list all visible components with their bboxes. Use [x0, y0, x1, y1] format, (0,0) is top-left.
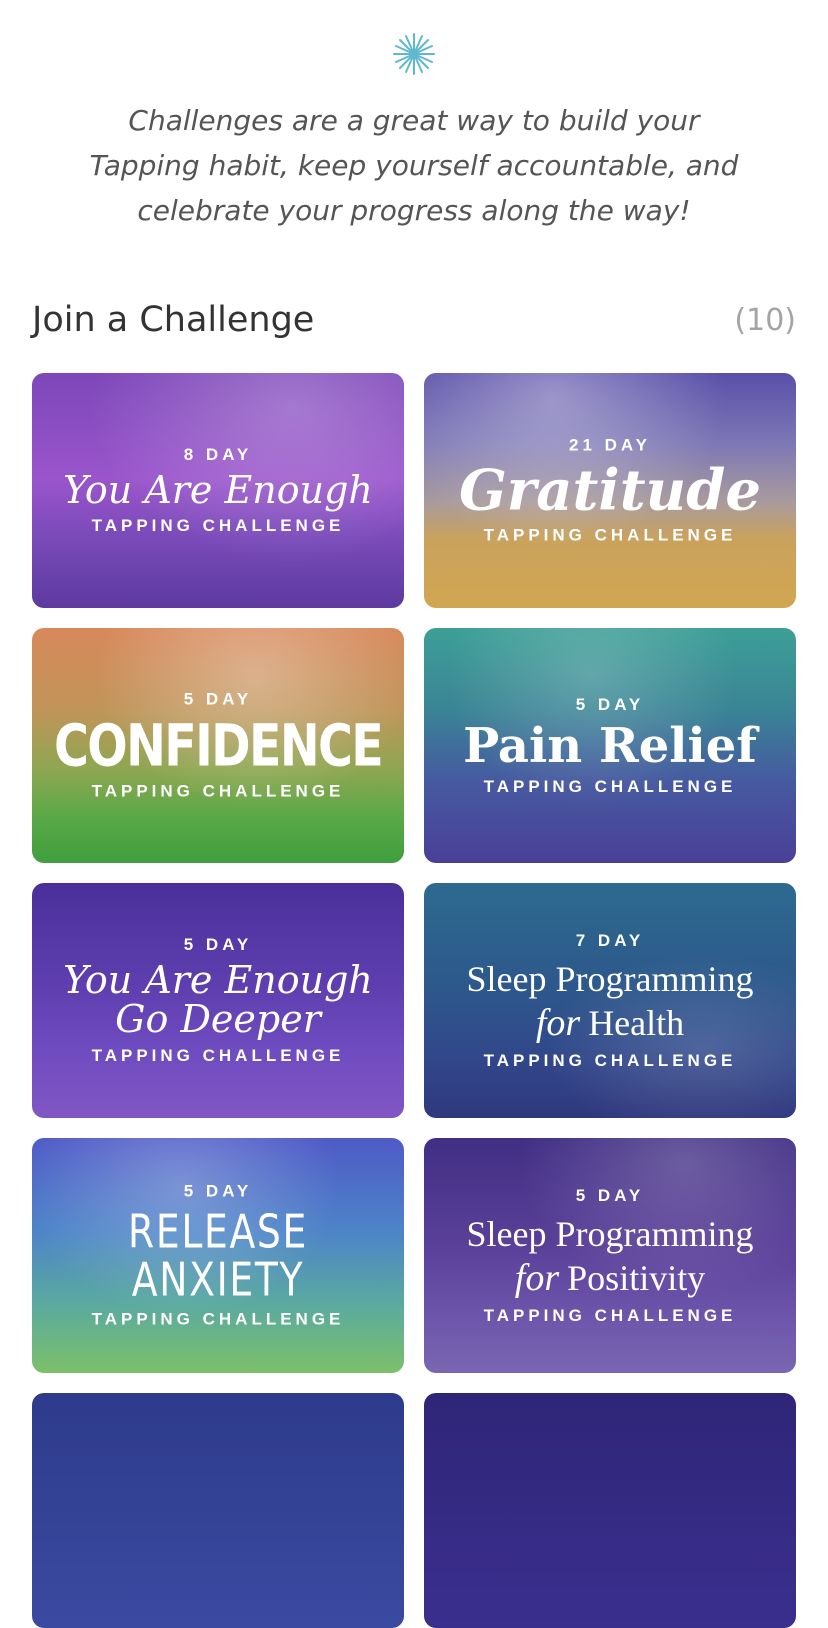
- card-title-for: for: [535, 1001, 581, 1044]
- challenge-grid: 8 DAY You Are Enough TAPPING CHALLENGE 2…: [32, 373, 796, 1628]
- card-title: Pain Relief: [463, 717, 757, 774]
- card-subtitle: TAPPING CHALLENGE: [91, 1046, 345, 1066]
- intro-line: Tapping habit, keep yourself accountable…: [89, 149, 739, 182]
- card-days: 7 DAY: [575, 930, 645, 950]
- challenge-card-gratitude[interactable]: 21 DAY Gratitude TAPPING CHALLENGE: [424, 373, 796, 608]
- challenge-card-you-are-enough[interactable]: 8 DAY You Are Enough TAPPING CHALLENGE: [32, 373, 404, 608]
- challenge-card-pain-relief[interactable]: 5 DAY Pain Relief TAPPING CHALLENGE: [424, 628, 796, 863]
- card-subtitle: TAPPING CHALLENGE: [483, 776, 737, 796]
- challenge-card-sleep-health[interactable]: 7 DAY Sleep Programming for Health TAPPIN…: [424, 883, 796, 1118]
- challenge-count: (10): [734, 303, 796, 338]
- card-subtitle: TAPPING CHALLENGE: [483, 525, 737, 545]
- card-days: 5 DAY: [183, 934, 253, 954]
- section-title: Join a Challenge: [32, 300, 315, 340]
- card-title: You Are Enough: [63, 467, 373, 512]
- card-days: 5 DAY: [575, 694, 645, 714]
- challenge-card-confidence[interactable]: 5 DAY CONFIDENCE TAPPING CHALLENGE: [32, 628, 404, 863]
- challenge-card-go-deeper[interactable]: 5 DAY You Are Enough Go Deeper TAPPING C…: [32, 883, 404, 1118]
- card-days: 5 DAY: [575, 1185, 645, 1205]
- card-days: 5 DAY: [183, 1181, 253, 1201]
- card-title: RELEASE ANXIETY: [128, 1204, 308, 1307]
- card-title-line2: for Positivity: [515, 1256, 705, 1300]
- card-title-line2: for Health: [536, 1001, 684, 1045]
- card-subtitle: TAPPING CHALLENGE: [483, 1305, 737, 1325]
- card-title-line2: Go Deeper: [115, 997, 321, 1042]
- card-title-line1: Sleep Programming: [466, 1213, 754, 1254]
- card-days: 21 DAY: [569, 435, 651, 455]
- sparkle-icon: [393, 33, 435, 75]
- card-title-for: for: [514, 1256, 560, 1299]
- card-days: 8 DAY: [183, 444, 253, 464]
- card-title-word: Health: [588, 1002, 685, 1043]
- card-title: CONFIDENCE: [53, 711, 384, 780]
- intro-text: Challenges are a great way to build your…: [60, 98, 768, 233]
- challenge-card-release-anxiety[interactable]: 5 DAY RELEASE ANXIETY TAPPING CHALLENGE: [32, 1138, 404, 1373]
- card-title-line1: You Are Enough: [63, 957, 373, 1002]
- card-subtitle: TAPPING CHALLENGE: [91, 516, 345, 536]
- challenge-card-partial[interactable]: [32, 1393, 404, 1628]
- card-subtitle: TAPPING CHALLENGE: [91, 1309, 345, 1329]
- card-subtitle: TAPPING CHALLENGE: [91, 781, 345, 801]
- intro-line: Challenges are a great way to build your: [128, 104, 700, 137]
- card-title-line1: Sleep Programming: [466, 958, 754, 999]
- card-days: 5 DAY: [183, 689, 253, 709]
- challenge-card-partial[interactable]: [424, 1393, 796, 1628]
- intro-line: celebrate your progress along the way!: [137, 194, 691, 227]
- card-title-word: Positivity: [567, 1257, 706, 1298]
- card-title: Gratitude: [458, 457, 762, 524]
- challenge-card-sleep-positivity[interactable]: 5 DAY Sleep Programming for Positivity TA…: [424, 1138, 796, 1373]
- card-subtitle: TAPPING CHALLENGE: [483, 1050, 737, 1070]
